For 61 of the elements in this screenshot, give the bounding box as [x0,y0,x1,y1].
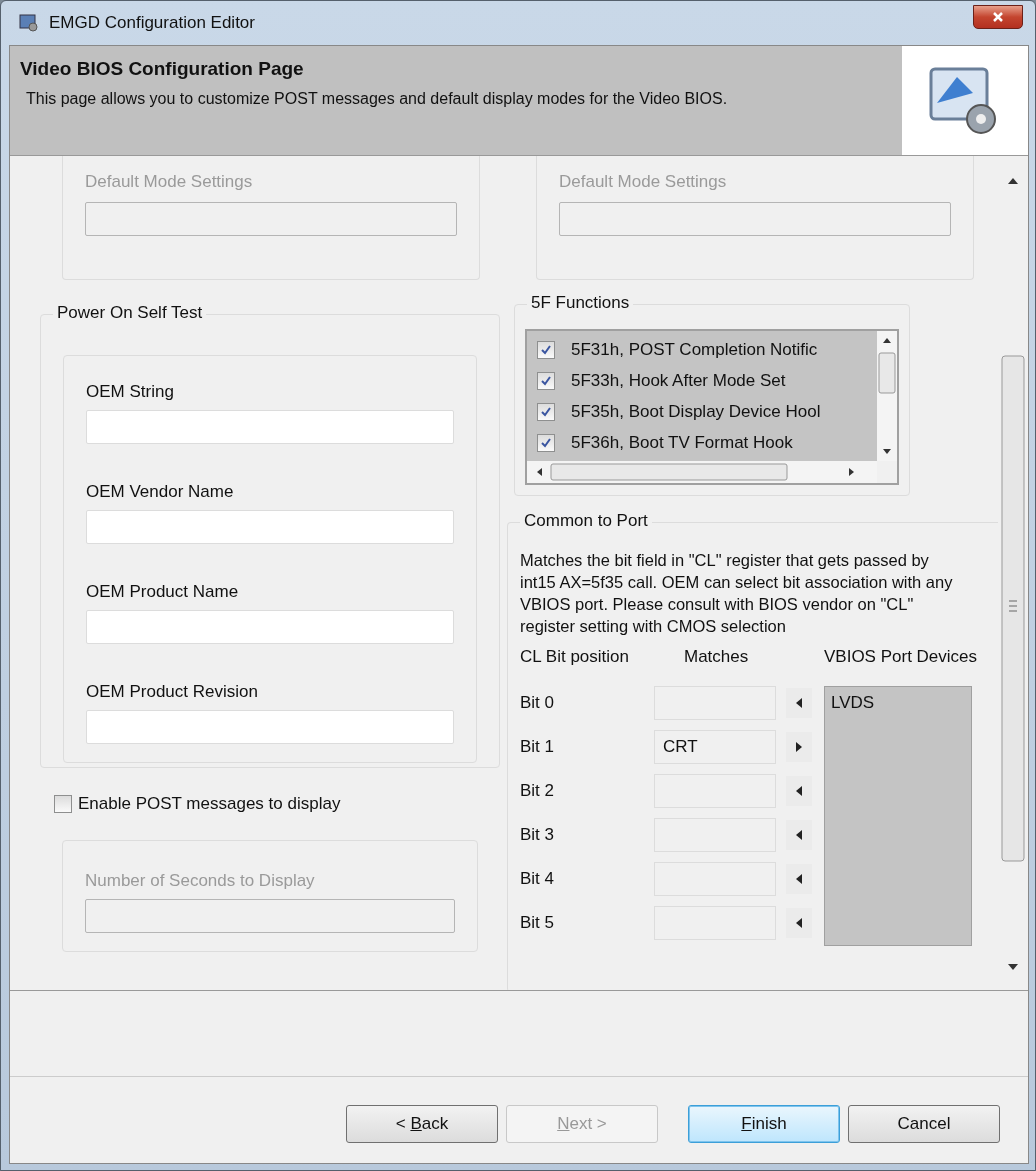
bit-label: Bit 1 [520,737,556,757]
left-arrow-icon [796,786,802,796]
move-button[interactable] [786,688,812,718]
checkbox[interactable] [537,371,555,390]
vertical-scrollbar[interactable] [877,331,897,461]
field-label: OEM Vendor Name [86,482,235,502]
move-button[interactable] [786,908,812,938]
bit-label: Bit 0 [520,693,556,713]
field-label: OEM Product Revision [86,682,259,702]
match-field[interactable]: CRT [654,730,776,764]
wizard-button[interactable]: < Back [346,1105,498,1143]
checkbox[interactable] [537,402,555,421]
move-button[interactable] [786,864,812,894]
checkmark-icon [541,406,551,417]
bit-label: Bit 3 [520,825,556,845]
wizard-button[interactable]: Finish [688,1105,840,1143]
input-field[interactable] [86,410,454,444]
checkbox[interactable] [54,795,72,813]
list-item[interactable]: 5F35h, Boot Display Device Hool [571,401,821,422]
right-arrow-icon [796,742,802,752]
left-arrow-icon [796,830,802,840]
input-field[interactable] [86,510,454,544]
checkmark-icon [541,437,551,448]
field-label: Default Mode Settings [85,172,254,192]
checkbox[interactable] [537,340,555,359]
page-description: This page allows you to customize POST messages and default display modes for the Video BIOS. [25,90,729,108]
list-item[interactable]: 5F36h, Boot TV Format Hook [571,432,793,453]
bit-label: Bit 2 [520,781,556,801]
checkmark-icon [541,375,551,386]
checkmark-icon [541,344,551,355]
close-icon [992,11,1004,23]
app-icon [19,13,39,33]
left-arrow-icon [796,874,802,884]
column-header: Matches [683,647,750,668]
move-button[interactable] [786,820,812,850]
left-arrow-icon [796,918,802,928]
field-label: Number of Seconds to Display [85,871,316,891]
left-arrow-icon [796,698,802,708]
bit-label: Bit 4 [520,869,556,889]
input-field[interactable] [86,710,454,744]
list-item[interactable]: LVDS [831,693,965,713]
description-text: Matches the bit field in "CL" register that gets passed by int15 AX=5f35 call. OEM can select bit association with any VBIOS port. Please consult with BIOS vendor on "CL" register setting with CMOS selection [520,550,954,637]
horizontal-scrollbar[interactable] [527,461,877,483]
checkbox-label: Enable POST messages to display [78,794,341,814]
list-item[interactable]: 5F31h, POST Completion Notific [571,339,818,360]
field-label: Default Mode Settings [559,172,728,192]
move-button[interactable] [786,732,812,762]
field-label: OEM String [86,382,175,402]
scrollbar-corner [877,461,897,483]
close-button[interactable] [973,5,1023,29]
bit-label: Bit 5 [520,913,556,933]
checkbox[interactable] [537,433,555,452]
field-label: OEM Product Name [86,582,240,602]
input-field[interactable] [86,610,454,644]
column-header: CL Bit position [520,647,630,668]
list-item[interactable]: 5F33h, Hook After Mode Set [571,370,786,391]
column-header: VBIOS Port Devices [824,647,979,668]
move-button[interactable] [786,776,812,806]
window-title: EMGD Configuration Editor [49,13,256,33]
page-title: Video BIOS Configuration Page [20,58,305,80]
wizard-button[interactable]: Cancel [848,1105,1000,1143]
